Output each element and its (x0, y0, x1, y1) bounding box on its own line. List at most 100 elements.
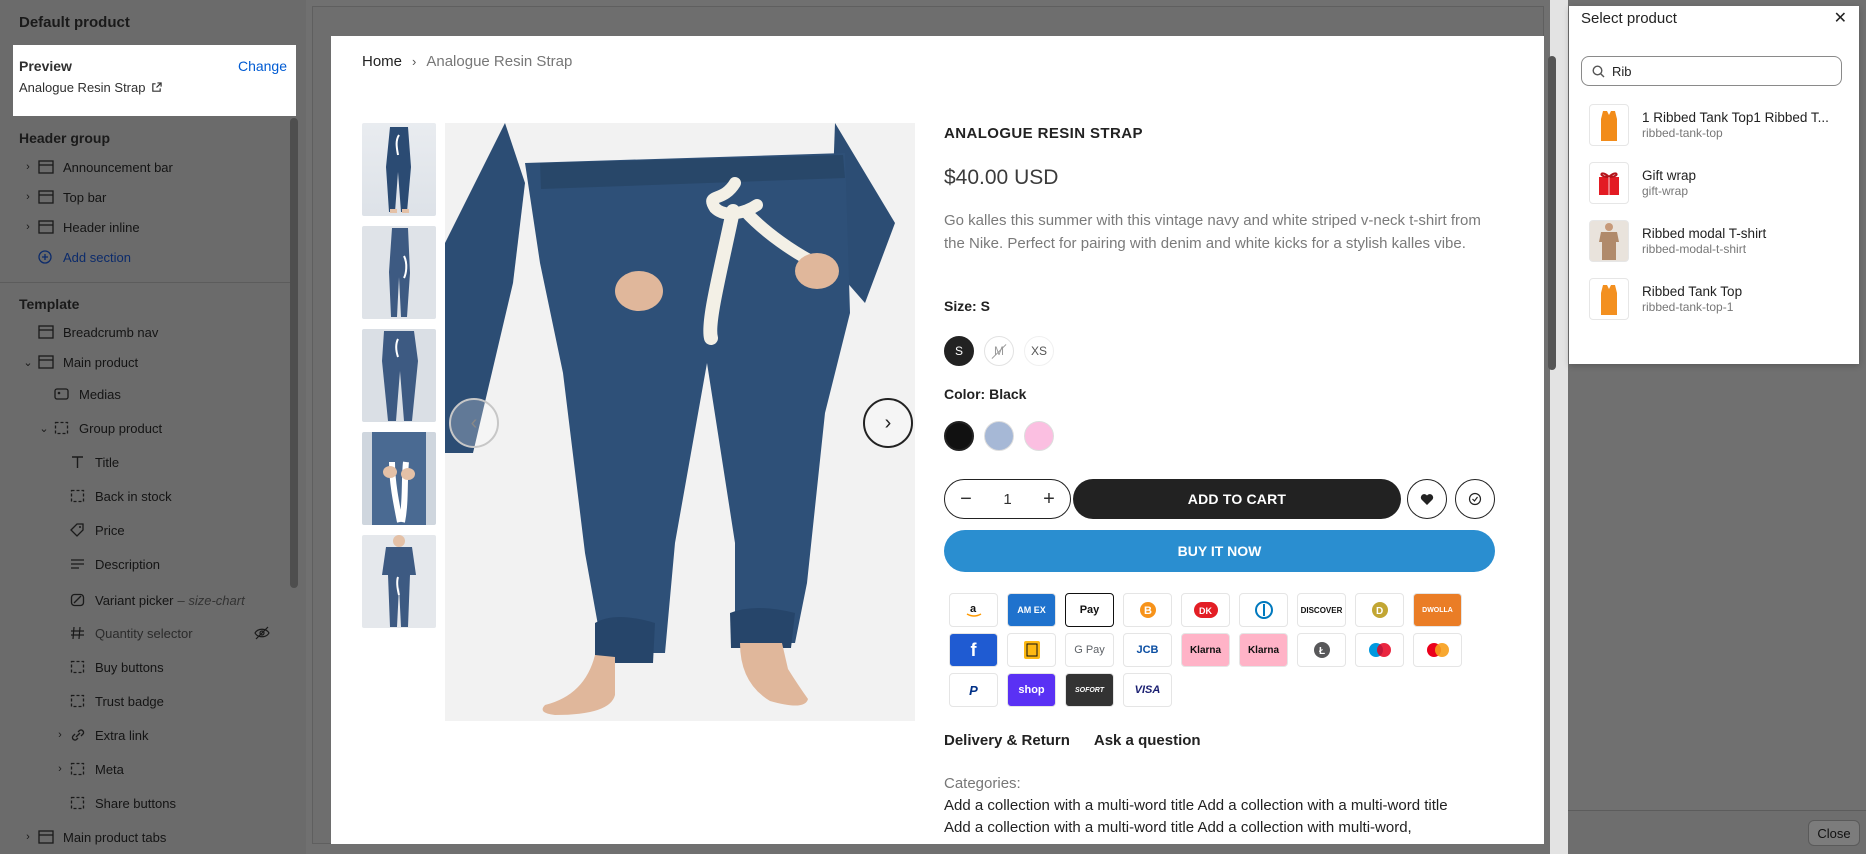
product-thumbnail-image (372, 432, 426, 525)
shop-pay-icon: shop (1007, 673, 1056, 707)
block-label: Trust badge (95, 693, 164, 709)
product-result-ribbed-tank-top[interactable]: 1 Ribbed Tank Top1 Ribbed T... ribbed-tan… (1589, 100, 1849, 150)
thumbnail-2[interactable] (362, 226, 436, 319)
chevron-right-icon[interactable]: › (22, 221, 34, 233)
next-image-button[interactable]: › (863, 398, 913, 448)
section-top-bar[interactable]: › Top bar (26, 185, 106, 209)
preview-product-name[interactable]: Analogue Resin Strap (19, 80, 163, 95)
product-title: ANALOGUE RESIN STRAP (944, 125, 1143, 142)
chevron-down-icon[interactable]: ⌄ (22, 356, 34, 369)
block-back-in-stock[interactable]: Back in stock (70, 484, 172, 508)
block-label: Buy buttons (95, 659, 164, 675)
change-preview-link[interactable]: Change (238, 58, 287, 74)
variant-icon (70, 593, 86, 607)
color-swatch-black[interactable] (944, 421, 974, 451)
size-option-xs[interactable]: XS (1024, 336, 1054, 366)
block-variant-picker[interactable]: Variant picker – size-chart (70, 588, 245, 612)
block-price[interactable]: Price (70, 518, 125, 542)
block-title[interactable]: Title (70, 450, 119, 474)
add-to-cart-button[interactable]: ADD TO CART (1073, 479, 1401, 519)
sidebar-divider (0, 282, 290, 283)
close-button[interactable]: Close (1808, 820, 1860, 846)
size-option-s[interactable]: S (944, 336, 974, 366)
section-header-inline[interactable]: › Header inline (26, 215, 139, 239)
thumbnail-1[interactable] (362, 123, 436, 216)
block-label: Group product (79, 420, 163, 436)
block-quantity-selector[interactable]: Quantity selector (70, 621, 270, 645)
block-medias[interactable]: Medias (54, 382, 121, 406)
svg-text:D: D (1376, 606, 1383, 617)
block-meta[interactable]: › Meta (58, 757, 124, 781)
color-value: Black (989, 386, 1027, 402)
search-icon (1592, 65, 1605, 78)
block-label: Price (95, 522, 125, 538)
discover-icon: DISCOVER (1297, 593, 1346, 627)
product-thumbnail-image (386, 127, 411, 213)
color-swatch-blue[interactable] (984, 421, 1014, 451)
apple-pay-icon: Pay (1065, 593, 1114, 627)
add-section-button[interactable]: Add section (38, 245, 131, 269)
wishlist-button[interactable] (1407, 479, 1447, 519)
product-search-input[interactable]: Rib (1581, 56, 1842, 86)
chevron-right-icon[interactable]: › (22, 831, 34, 843)
tab-delivery-return[interactable]: Delivery & Return (944, 732, 1070, 749)
section-icon (38, 160, 54, 174)
chevron-right-icon[interactable]: › (22, 191, 34, 203)
block-label: Variant picker (95, 592, 174, 608)
preview-card: Preview Change Analogue Resin Strap (13, 45, 296, 116)
chevron-right-icon[interactable]: › (22, 161, 34, 173)
svg-text:a: a (970, 603, 977, 615)
eye-hidden-icon[interactable] (254, 626, 270, 640)
section-main-product-tabs[interactable]: › Main product tabs (26, 825, 166, 849)
editor-sidebar: Default product Preview Change Analogue … (0, 0, 306, 854)
chevron-right-icon[interactable]: › (54, 763, 66, 775)
block-extra-link[interactable]: › Extra link (58, 723, 148, 747)
size-value: S (980, 298, 990, 314)
result-title: Ribbed Tank Top (1642, 284, 1743, 299)
thumbnail-4[interactable] (362, 432, 436, 525)
size-option-m[interactable]: M (984, 336, 1014, 366)
svg-text:DK: DK (1199, 606, 1212, 616)
close-icon[interactable]: ✕ (1834, 8, 1847, 28)
section-breadcrumb-nav[interactable]: Breadcrumb nav (38, 320, 158, 344)
thumbnail-3[interactable] (362, 329, 436, 422)
block-buy-buttons[interactable]: Buy buttons (70, 655, 164, 679)
plus-icon[interactable]: + (1040, 488, 1058, 511)
block-group-product[interactable]: ⌄ Group product (39, 416, 163, 440)
previous-image-button[interactable]: ‹ (449, 398, 499, 448)
quantity-value[interactable]: 1 (1003, 491, 1011, 508)
dankort-icon: DK (1181, 593, 1230, 627)
product-page: Home › Analogue Resin Strap ‹ › ANALOGUE… (331, 36, 1544, 844)
product-result-gift-wrap[interactable]: Gift wrap gift-wrap (1589, 158, 1849, 208)
color-swatch-pink[interactable] (1024, 421, 1054, 451)
sidebar-scrollbar[interactable] (290, 118, 298, 588)
tab-ask-question[interactable]: Ask a question (1094, 732, 1201, 749)
section-announcement-bar[interactable]: › Announcement bar (26, 155, 173, 179)
chevron-down-icon[interactable]: ⌄ (38, 422, 50, 435)
breadcrumb-home[interactable]: Home (362, 53, 402, 70)
block-share-buttons[interactable]: Share buttons (70, 791, 176, 815)
minus-icon[interactable]: − (957, 488, 975, 511)
buy-it-now-button[interactable]: BUY IT NOW (944, 530, 1495, 572)
color-label-text: Color: (944, 386, 986, 402)
result-handle: ribbed-modal-t-shirt (1642, 242, 1747, 256)
preview-scrollbar[interactable] (1548, 56, 1556, 370)
price-tag-icon (70, 523, 86, 537)
category-links-line-1[interactable]: Add a collection with a multi-word title… (944, 797, 1448, 814)
google-pay-icon: G Pay (1065, 633, 1114, 667)
block-description[interactable]: Description (70, 552, 160, 576)
block-trust-badge[interactable]: Trust badge (70, 689, 164, 713)
section-main-product[interactable]: ⌄ Main product (23, 350, 138, 374)
category-links-line-2[interactable]: Add a collection with a multi-word title… (944, 819, 1412, 836)
select-product-popover: Select product ✕ Rib 1 Ribbed Tank Top1 … (1569, 6, 1859, 364)
text-icon (70, 455, 86, 469)
product-tabs: Delivery & Return Ask a question (944, 732, 1201, 749)
block-icon (70, 660, 86, 674)
section-icon (38, 190, 54, 204)
external-link-icon[interactable] (151, 82, 163, 93)
product-result-ribbed-tank-top-1[interactable]: Ribbed Tank Top ribbed-tank-top-1 (1589, 274, 1849, 324)
thumbnail-5[interactable] (362, 535, 436, 628)
product-result-ribbed-modal-t-shirt[interactable]: Ribbed modal T-shirt ribbed-modal-t-shirt (1589, 216, 1849, 266)
compare-button[interactable] (1455, 479, 1495, 519)
chevron-right-icon[interactable]: › (54, 729, 66, 741)
